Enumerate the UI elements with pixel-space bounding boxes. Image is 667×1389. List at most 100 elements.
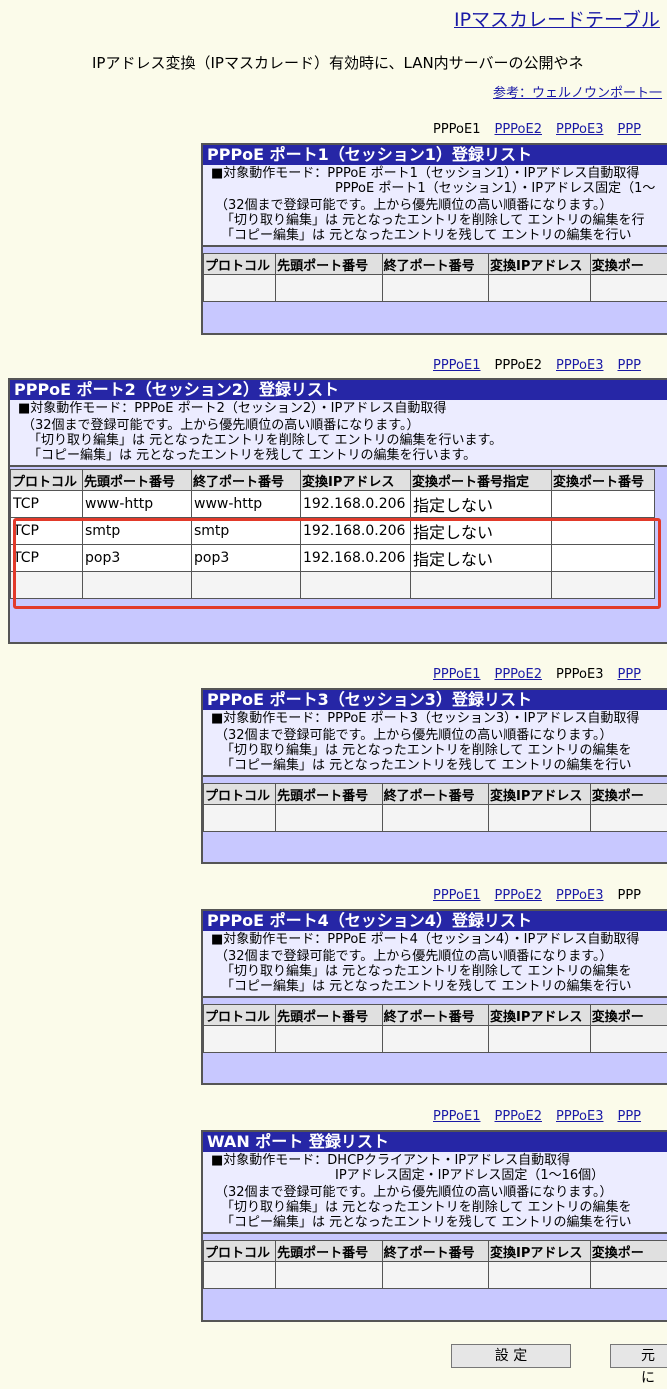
tab-pppoe1: PPPoE1 bbox=[433, 122, 481, 137]
well-known-port-link[interactable]: 参考：ウェルノウンポート一 bbox=[493, 82, 662, 101]
table-cell bbox=[590, 805, 667, 831]
cell-end-port: pop3 bbox=[192, 545, 300, 571]
table-cell bbox=[489, 1262, 590, 1288]
col-end-port: 終了ポート番号 bbox=[382, 784, 489, 804]
table-cell bbox=[411, 572, 551, 598]
cell-protocol: TCP bbox=[11, 545, 82, 571]
col-end-port: 終了ポート番号 bbox=[382, 1241, 489, 1261]
table-cell bbox=[382, 1262, 489, 1288]
cell-port bbox=[552, 545, 654, 571]
session-tabs-5: PPPoE1 PPPoE2 PPPoE3 PPP bbox=[433, 1109, 655, 1124]
table-cell bbox=[590, 1262, 667, 1288]
note-cut-edit: 「切り取り編集」は 元となったエントリを削除して エントリの編集を行 bbox=[221, 213, 645, 228]
table-row[interactable]: TCP www-http www-http 192.168.0.206 指定しな… bbox=[11, 491, 654, 517]
session-tabs-3: PPPoE1 PPPoE2 PPPoE3 PPP bbox=[433, 667, 655, 682]
note-copy-edit: 「コピー編集」は 元となったエントリを残して エントリの編集を行い bbox=[221, 758, 632, 773]
note-cut-edit: 「切り取り編集」は 元となったエントリを削除して エントリの編集を行います。 bbox=[28, 433, 503, 448]
col-ip: 変換IPアドレス bbox=[489, 254, 590, 274]
table-cell bbox=[489, 1026, 590, 1052]
restore-button[interactable]: 元に bbox=[610, 1344, 667, 1386]
tab-pppoe2: PPPoE2 bbox=[494, 358, 543, 373]
session-tabs-1: PPPoE1 PPPoE2 PPPoE3 PPP bbox=[433, 122, 655, 137]
tab-pppoe4[interactable]: PPP bbox=[618, 667, 642, 682]
note-cut-edit: 「切り取り編集」は 元となったエントリを削除して エントリの編集を bbox=[221, 743, 632, 758]
table-cell bbox=[276, 275, 382, 301]
mode-line: ■対象動作モード：PPPoE ポート3（セッション3）・IPアドレス自動取得 bbox=[211, 711, 640, 726]
table-cell bbox=[590, 1026, 667, 1052]
tab-pppoe3[interactable]: PPPoE3 bbox=[556, 358, 604, 373]
set-button[interactable]: 設 定 bbox=[451, 1344, 571, 1368]
note-copy-edit: 「コピー編集」は 元となったエントリを残して エントリの編集を行い bbox=[221, 228, 632, 243]
register-table: プロトコル 先頭ポート番号 終了ポート番号 変換IPアドレス 変換ポート番号指定… bbox=[10, 469, 655, 599]
mode-line: ■対象動作モード：PPPoE ポート4（セッション4）・IPアドレス自動取得 bbox=[211, 932, 640, 947]
tab-pppoe3[interactable]: PPPoE3 bbox=[556, 888, 604, 903]
panel-info: ■対象動作モード：DHCPクライアント・IPアドレス自動取得 IPアドレス固定・… bbox=[203, 1152, 667, 1234]
col-start-port: 先頭ポート番号 bbox=[276, 1241, 382, 1261]
tab-pppoe4[interactable]: PPP bbox=[618, 358, 642, 373]
intro-text: IPアドレス変換（IPマスカレード）有効時に、LAN内サーバーの公開やネ bbox=[92, 54, 584, 72]
table-cell bbox=[552, 572, 654, 598]
table-cell bbox=[382, 805, 489, 831]
table-cell bbox=[204, 1026, 276, 1052]
table-cell bbox=[192, 572, 300, 598]
tab-pppoe3[interactable]: PPPoE3 bbox=[556, 122, 604, 137]
col-protocol: プロトコル bbox=[204, 1005, 276, 1025]
note-limit: （32個まで登録可能です。上から優先順位の高い順番になります。） bbox=[215, 1185, 613, 1200]
tab-pppoe1[interactable]: PPPoE1 bbox=[433, 667, 481, 682]
cell-protocol: TCP bbox=[11, 518, 82, 544]
mode-line-2: IPアドレス固定・IPアドレス固定（1～16個） bbox=[335, 1168, 605, 1183]
tab-pppoe2[interactable]: PPPoE2 bbox=[495, 1109, 543, 1124]
cell-start-port: pop3 bbox=[83, 545, 191, 571]
panel-info: ■対象動作モード：PPPoE ポート3（セッション3）・IPアドレス自動取得 （… bbox=[203, 710, 667, 777]
col-conv-port: 変換ポー bbox=[590, 1241, 667, 1261]
col-ip: 変換IPアドレス bbox=[489, 1241, 590, 1261]
panel-header: PPPoE ポート4（セッション4）登録リスト bbox=[203, 911, 667, 931]
tab-pppoe2[interactable]: PPPoE2 bbox=[495, 667, 543, 682]
mode-line: ■対象動作モード：DHCPクライアント・IPアドレス自動取得 bbox=[211, 1153, 571, 1168]
col-conv-port: 変換ポー bbox=[590, 1005, 667, 1025]
mode-line: ■対象動作モード：PPPoE ポート1（セッション1）・IPアドレス自動取得 bbox=[211, 166, 640, 181]
table-row[interactable]: TCP smtp smtp 192.168.0.206 指定しない bbox=[11, 518, 654, 544]
tab-pppoe4[interactable]: PPP bbox=[618, 1109, 642, 1124]
cell-protocol: TCP bbox=[11, 491, 82, 517]
panel-info: ■対象動作モード：PPPoE ポート1（セッション1）・IPアドレス自動取得 P… bbox=[203, 165, 667, 247]
col-start-port: 先頭ポート番号 bbox=[276, 784, 382, 804]
col-start-port: 先頭ポート番号 bbox=[276, 1005, 382, 1025]
cell-start-port: smtp bbox=[83, 518, 191, 544]
tab-pppoe1[interactable]: PPPoE1 bbox=[433, 888, 481, 903]
table-cell bbox=[276, 1026, 382, 1052]
panel-header: PPPoE ポート3（セッション3）登録リスト bbox=[203, 690, 667, 710]
pppoe1-register-panel: PPPoE ポート1（セッション1）登録リスト ■対象動作モード：PPPoE ポ… bbox=[201, 143, 667, 335]
register-table: プロトコル 先頭ポート番号 終了ポート番号 変換IPアドレス 変換ポー bbox=[203, 783, 667, 832]
wan-register-panel: WAN ポート 登録リスト ■対象動作モード：DHCPクライアント・IPアドレス… bbox=[201, 1130, 667, 1322]
note-copy-edit: 「コピー編集」は 元となったエントリを残して エントリの編集を行います。 bbox=[28, 448, 477, 463]
table-row[interactable]: TCP pop3 pop3 192.168.0.206 指定しない bbox=[11, 545, 654, 571]
panel-header: PPPoE ポート2（セッション2）登録リスト bbox=[10, 380, 667, 400]
page-title[interactable]: IPマスカレードテーブル bbox=[454, 5, 660, 32]
tab-pppoe1[interactable]: PPPoE1 bbox=[433, 1109, 481, 1124]
note-limit: （32個まで登録可能です。上から優先順位の高い順番になります。） bbox=[22, 418, 420, 433]
register-table: プロトコル 先頭ポート番号 終了ポート番号 変換IPアドレス 変換ポー bbox=[203, 1004, 667, 1053]
table-cell bbox=[11, 572, 82, 598]
cell-ip: 192.168.0.206 bbox=[301, 491, 410, 517]
table-cell bbox=[301, 572, 410, 598]
note-limit: （32個まで登録可能です。上から優先順位の高い順番になります。） bbox=[215, 728, 613, 743]
tab-pppoe4[interactable]: PPP bbox=[618, 122, 642, 137]
panel-header: WAN ポート 登録リスト bbox=[203, 1132, 667, 1152]
cell-ip: 192.168.0.206 bbox=[301, 545, 410, 571]
col-conv-port: 変換ポー bbox=[590, 784, 667, 804]
panel-info: ■対象動作モード：PPPoE ポート2（セッション2）・IPアドレス自動取得 （… bbox=[10, 400, 667, 467]
table-cell bbox=[83, 572, 191, 598]
tab-pppoe3[interactable]: PPPoE3 bbox=[556, 1109, 604, 1124]
note-limit: （32個まで登録可能です。上から優先順位の高い順番になります。） bbox=[215, 949, 613, 964]
register-table: プロトコル 先頭ポート番号 終了ポート番号 変換IPアドレス 変換ポー bbox=[203, 1240, 667, 1289]
col-start-port: 先頭ポート番号 bbox=[276, 254, 382, 274]
panel-info: ■対象動作モード：PPPoE ポート4（セッション4）・IPアドレス自動取得 （… bbox=[203, 931, 667, 998]
tab-pppoe1[interactable]: PPPoE1 bbox=[433, 358, 481, 373]
tab-pppoe2[interactable]: PPPoE2 bbox=[495, 122, 543, 137]
tab-pppoe2[interactable]: PPPoE2 bbox=[495, 888, 543, 903]
cell-port bbox=[552, 518, 654, 544]
col-end-port: 終了ポート番号 bbox=[192, 470, 300, 490]
col-ip: 変換IPアドレス bbox=[489, 1005, 590, 1025]
panel-header: PPPoE ポート1（セッション1）登録リスト bbox=[203, 145, 667, 165]
